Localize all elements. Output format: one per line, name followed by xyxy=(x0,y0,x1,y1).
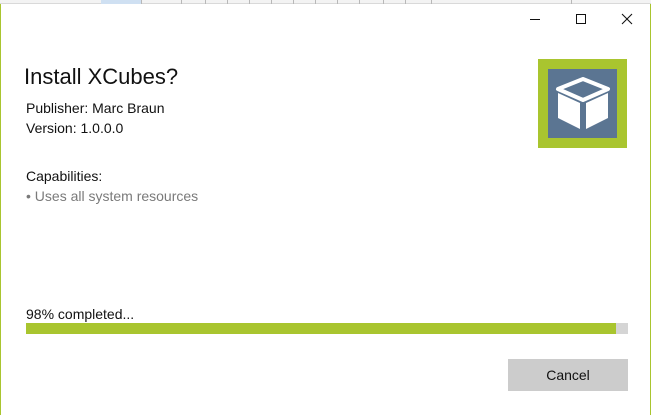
progress-bar xyxy=(26,323,628,334)
progress-bar-fill xyxy=(26,323,616,334)
maximize-button[interactable] xyxy=(558,4,604,34)
installer-window: Install XCubes? Publisher: Marc Braun Ve… xyxy=(0,4,651,415)
progress-label: 98% completed... xyxy=(26,306,135,322)
capabilities-heading: Capabilities: xyxy=(26,168,103,184)
maximize-icon xyxy=(576,14,586,24)
close-button[interactable] xyxy=(604,4,650,34)
app-logo-background xyxy=(548,69,617,138)
minimize-icon xyxy=(530,19,540,20)
close-icon xyxy=(621,13,633,25)
version-text: Version: 1.0.0.0 xyxy=(26,120,124,136)
cancel-button[interactable]: Cancel xyxy=(508,359,628,391)
cube-icon xyxy=(555,76,610,129)
app-logo xyxy=(538,59,627,148)
install-title: Install XCubes? xyxy=(24,64,179,89)
publisher-text: Publisher: Marc Braun xyxy=(26,100,165,116)
minimize-button[interactable] xyxy=(512,4,558,34)
title-bar-controls xyxy=(512,4,650,34)
capability-item: • Uses all system resources xyxy=(26,188,199,204)
